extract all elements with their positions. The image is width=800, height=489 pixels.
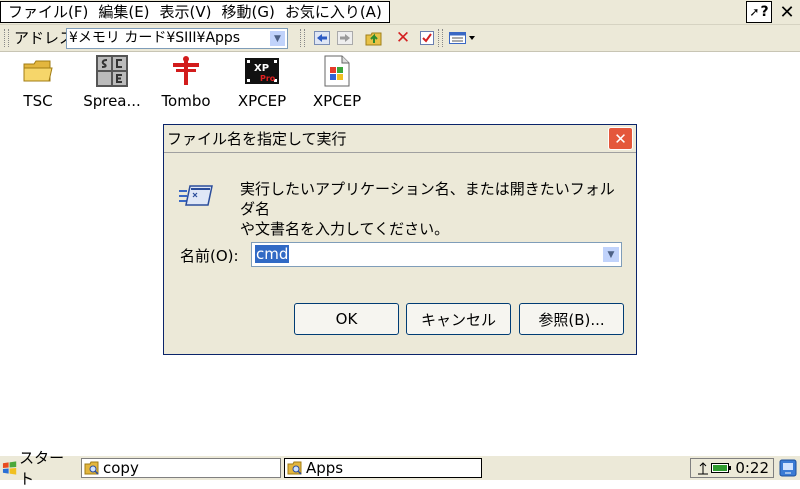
svg-text:XP: XP [254, 63, 269, 74]
command-dropdown-button[interactable]: ▼ [602, 246, 620, 263]
desktop-icon-tombo[interactable]: Tombo [148, 54, 224, 110]
folder-icon [23, 60, 53, 82]
dialog-title: ファイル名を指定して実行 [167, 130, 347, 148]
xpcep-pro-icon: XPPro [245, 58, 279, 84]
menu-favorites[interactable]: お気に入り(A) [280, 2, 387, 22]
start-button[interactable]: スタート [2, 449, 76, 488]
back-arrow-icon [314, 31, 330, 45]
dialog-title-bar[interactable]: ファイル名を指定して実行 ✕ [164, 125, 636, 153]
spreadsheet-app-icon [96, 55, 128, 87]
close-icon: ✕ [779, 1, 795, 23]
toolbar-grip[interactable] [438, 29, 443, 47]
task-label: copy [103, 459, 139, 477]
cancel-button[interactable]: キャンセル [406, 303, 511, 335]
menu-group: ファイル(F) 編集(E) 表示(V) 移動(G) お気に入り(A) [0, 1, 390, 23]
clock[interactable]: 0:22 [735, 459, 769, 477]
stop-button[interactable]: ✕ [393, 28, 413, 48]
help-button[interactable]: ➚ ? [746, 1, 772, 23]
menu-edit[interactable]: 編集(E) [93, 2, 154, 22]
svg-text:Pro: Pro [260, 74, 276, 83]
taskbar: スタート copy Apps 0:22 [0, 449, 800, 488]
run-program-icon [179, 185, 213, 206]
menu-file[interactable]: ファイル(F) [3, 2, 93, 22]
desktop-icon-xpcep-pro[interactable]: XP Pro XPCEP [224, 54, 300, 110]
forward-button[interactable] [335, 28, 355, 48]
desktop-icon-tsc[interactable]: TSC [0, 54, 76, 110]
address-value: ¥メモリ カード¥SIII¥Apps [69, 30, 241, 46]
stop-x-icon: ✕ [395, 28, 411, 48]
desktop-icon-xpcep-doc[interactable]: XPCEP [299, 54, 375, 110]
command-input[interactable]: cmd ▼ [251, 242, 622, 267]
close-icon: ✕ [614, 129, 627, 148]
xpcep-document-icon [324, 55, 350, 87]
desktop-icon-label: TSC [23, 92, 53, 110]
view-menu-button[interactable] [447, 28, 479, 48]
menu-bar: ファイル(F) 編集(E) 表示(V) 移動(G) お気に入り(A) ➚ ? ✕ [0, 0, 800, 25]
taskbar-button-copy[interactable]: copy [81, 458, 281, 478]
view-list-icon [449, 32, 475, 44]
task-label: Apps [306, 459, 344, 477]
ok-button[interactable]: OK [294, 303, 399, 335]
start-label: スタート [19, 449, 65, 488]
back-button[interactable] [312, 28, 332, 48]
desktop-icon-label: Tombo [161, 92, 211, 110]
chevron-down-icon: ▼ [607, 249, 615, 260]
desktop-icon-label: XPCEP [237, 92, 287, 110]
signal-antenna-icon[interactable] [697, 461, 709, 475]
up-folder-icon [365, 32, 382, 46]
folder-search-icon [287, 461, 302, 475]
system-tray: 0:22 [690, 458, 774, 478]
dialog-message: 実行したいアプリケーション名、または開きたいフォルダ名 や文書名を入力してくださ… [240, 179, 620, 239]
desktop-icon-label: XPCEP [312, 92, 362, 110]
help-arrow-icon: ➚ [749, 5, 760, 19]
up-folder-button[interactable] [364, 28, 384, 48]
dialog-close-button[interactable]: ✕ [608, 127, 633, 150]
windows-flag-icon [2, 461, 17, 475]
battery-icon[interactable] [711, 463, 732, 473]
menu-go[interactable]: 移動(G) [217, 2, 280, 22]
chevron-down-icon: ▼ [274, 33, 281, 44]
command-input-value: cmd [255, 245, 290, 263]
properties-button[interactable] [417, 28, 437, 48]
toolbar-grip[interactable] [300, 29, 305, 47]
address-label: アドレス [14, 29, 75, 47]
forward-arrow-icon [337, 31, 353, 45]
folder-search-icon [84, 461, 99, 475]
address-toolbar: アドレス ¥メモリ カード¥SIII¥Apps ▼ ✕ [0, 25, 800, 52]
window-close-button[interactable]: ✕ [774, 1, 800, 23]
browse-button[interactable]: 参照(B)... [519, 303, 624, 335]
help-label: ? [760, 4, 769, 20]
properties-icon [420, 31, 434, 45]
menu-view[interactable]: 表示(V) [155, 2, 217, 22]
address-dropdown-button[interactable]: ▼ [269, 30, 286, 47]
desktop-icon-label: Sprea... [83, 92, 141, 110]
desktop-icon [779, 459, 797, 477]
dialog-message-line: 実行したいアプリケーション名、または開きたいフォルダ名 [240, 180, 615, 218]
show-desktop-button[interactable] [778, 458, 798, 478]
desktop-icon-spreadsheet[interactable]: Sprea... [74, 54, 150, 110]
name-field-label: 名前(O): [180, 247, 239, 265]
toolbar-grip[interactable] [4, 29, 9, 47]
dialog-message-line: や文書名を入力してください。 [240, 220, 450, 238]
address-field[interactable]: ¥メモリ カード¥SIII¥Apps ▼ [66, 28, 288, 49]
tombo-app-icon [173, 56, 199, 85]
taskbar-button-apps[interactable]: Apps [284, 458, 482, 478]
run-dialog: ファイル名を指定して実行 ✕ 実行したいアプリケーション名、または開きたいフォル… [163, 124, 637, 355]
